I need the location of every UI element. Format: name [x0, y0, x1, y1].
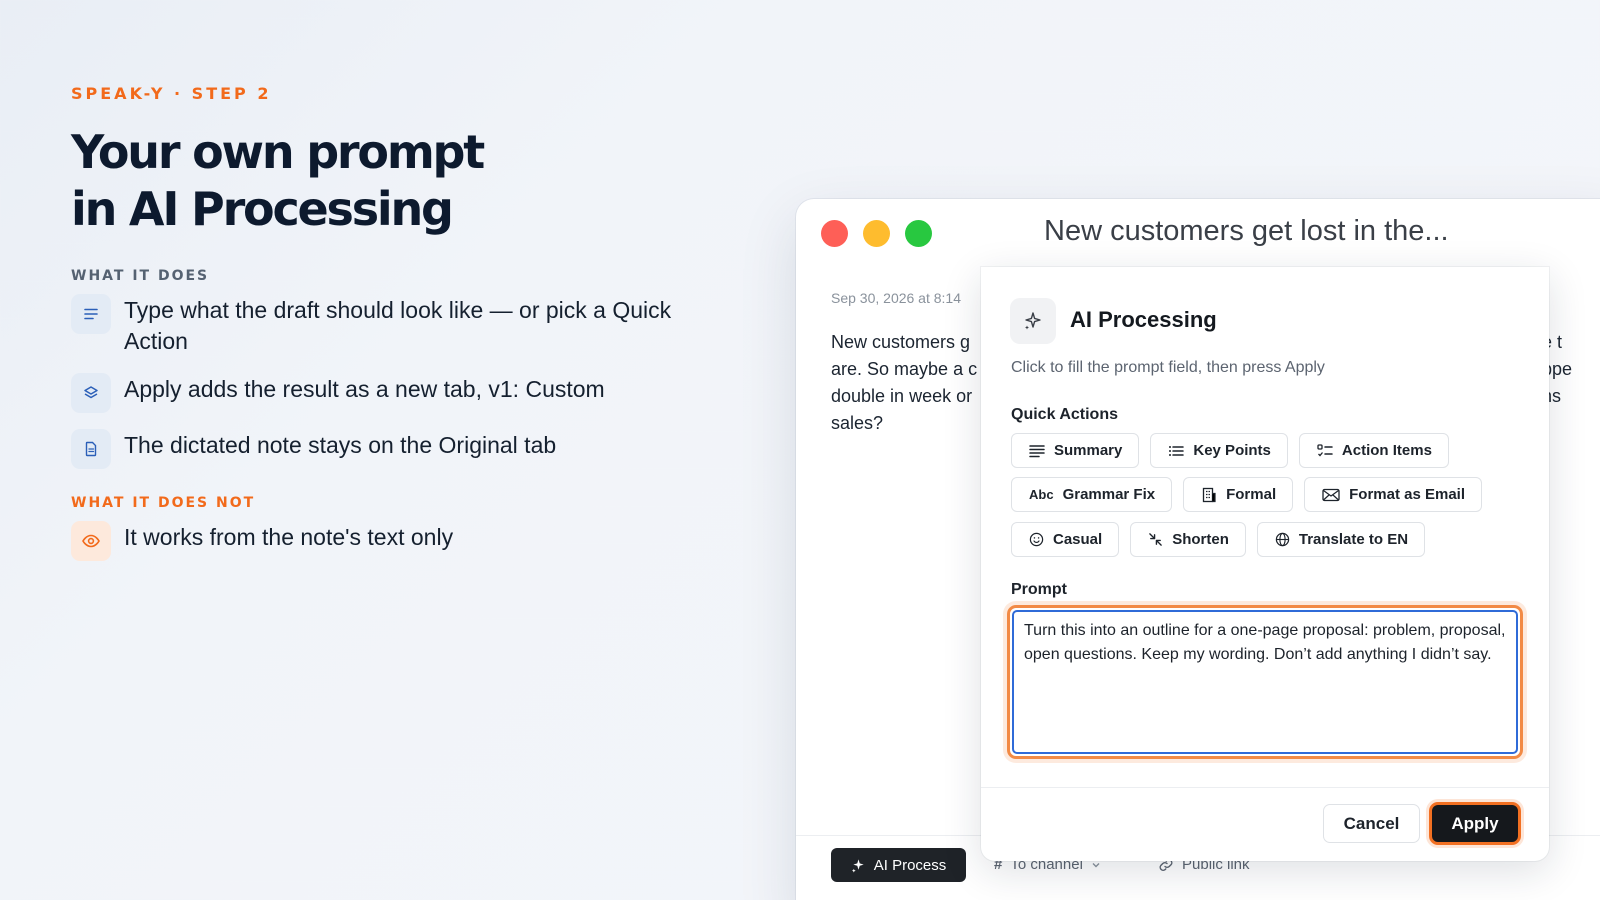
- eyebrow: SPEAK-Y · STEP 2: [71, 84, 272, 103]
- chevron-down-icon: [1092, 862, 1100, 867]
- quick-action-grammar-fix[interactable]: Abc Grammar Fix: [1011, 477, 1173, 512]
- dialog-title: AI Processing: [1070, 307, 1217, 332]
- list-item-text: It works from the note's text only: [124, 524, 454, 550]
- quick-action-label: Casual: [1053, 531, 1103, 548]
- list-item: The dictated note stays on the Original …: [71, 429, 711, 469]
- text-lines-icon: [71, 294, 111, 334]
- document-icon: [71, 429, 111, 469]
- quick-action-label: Formal: [1226, 486, 1277, 503]
- close-window-button[interactable]: [821, 220, 848, 247]
- what-it-does-not-list: It works from the note's text only: [71, 521, 711, 561]
- list-item-text: Apply adds the result as a new tab, v1: …: [124, 376, 605, 402]
- minimize-window-button[interactable]: [863, 220, 890, 247]
- headline-line-2: in AI Processing: [71, 182, 454, 236]
- maximize-window-button[interactable]: [905, 220, 932, 247]
- note-date: Sep 30, 2026 at 8:14: [831, 290, 961, 306]
- what-it-does-not-label: WHAT IT DOES NOT: [71, 495, 256, 511]
- what-it-does-list: Type what the draft should look like — o…: [71, 294, 711, 469]
- ai-process-button[interactable]: AI Process: [831, 848, 966, 882]
- apply-button[interactable]: Apply: [1429, 802, 1521, 845]
- globe-icon: [1275, 532, 1290, 547]
- sparkle-icon: [851, 858, 864, 873]
- quick-action-action-items[interactable]: Action Items: [1298, 433, 1449, 468]
- list-item: Apply adds the result as a new tab, v1: …: [71, 373, 711, 413]
- intro-panel: SPEAK-Y · STEP 2 Your own prompt in AI P…: [71, 84, 711, 561]
- what-it-does-label: WHAT IT DOES: [71, 268, 210, 284]
- quick-action-shorten[interactable]: Shorten: [1130, 522, 1246, 557]
- mail-icon: [1322, 488, 1340, 501]
- quick-actions-row: Casual Shorten Translate to EN: [1011, 522, 1426, 557]
- quick-action-label: Shorten: [1172, 531, 1229, 548]
- quick-action-formal[interactable]: Formal: [1183, 477, 1294, 512]
- sparkle-icon: [1010, 298, 1056, 344]
- quick-action-label: Translate to EN: [1298, 531, 1409, 548]
- quick-action-casual[interactable]: Casual: [1011, 522, 1120, 557]
- dialog-subtitle: Click to fill the prompt field, then pre…: [1011, 359, 1325, 376]
- headline: Your own prompt in AI Processing: [71, 124, 711, 238]
- quick-action-key-points[interactable]: Key Points: [1150, 433, 1288, 468]
- quick-actions-row: Summary Key Points Action Items: [1011, 433, 1449, 468]
- abc-icon: Abc: [1029, 487, 1054, 502]
- eye-icon: [71, 521, 111, 561]
- list-item: It works from the note's text only: [71, 521, 711, 561]
- quick-action-summary[interactable]: Summary: [1011, 433, 1140, 468]
- list-item-text: The dictated note stays on the Original …: [124, 432, 557, 458]
- layers-icon: [71, 373, 111, 413]
- quick-action-label: Grammar Fix: [1062, 486, 1156, 503]
- quick-action-label: Summary: [1054, 442, 1123, 459]
- quick-actions-label: Quick Actions: [1011, 406, 1118, 423]
- quick-action-translate-to-en[interactable]: Translate to EN: [1256, 522, 1426, 557]
- checklist-icon: [1317, 443, 1333, 456]
- prompt-label: Prompt: [1011, 581, 1067, 598]
- quick-action-label: Key Points: [1193, 442, 1271, 459]
- prompt-focus-ring: Turn this into an outline for a one-page…: [1007, 605, 1523, 759]
- list-icon: [1169, 445, 1185, 456]
- building-icon: [1202, 487, 1216, 502]
- quick-actions-row: Abc Grammar Fix Formal Format as Email: [1011, 477, 1483, 512]
- headline-line-1: Your own prompt: [71, 125, 485, 179]
- dialog-divider: [981, 787, 1549, 788]
- quick-action-label: Action Items: [1341, 442, 1432, 459]
- quick-action-format-as-email[interactable]: Format as Email: [1304, 477, 1483, 512]
- quick-action-label: Format as Email: [1349, 486, 1466, 503]
- window-title: New customers get lost in the...: [1044, 215, 1449, 247]
- ai-processing-dialog: AI Processing Click to fill the prompt f…: [981, 267, 1549, 861]
- smile-icon: [1029, 532, 1044, 547]
- shrink-icon: [1149, 533, 1163, 546]
- ai-process-label: AI Process: [873, 856, 947, 874]
- list-item-text: Type what the draft should look like — o…: [124, 297, 672, 354]
- cancel-button[interactable]: Cancel: [1323, 804, 1420, 843]
- lines-icon: [1029, 444, 1045, 457]
- list-item: Type what the draft should look like — o…: [71, 294, 711, 357]
- prompt-textarea[interactable]: Turn this into an outline for a one-page…: [1012, 610, 1518, 754]
